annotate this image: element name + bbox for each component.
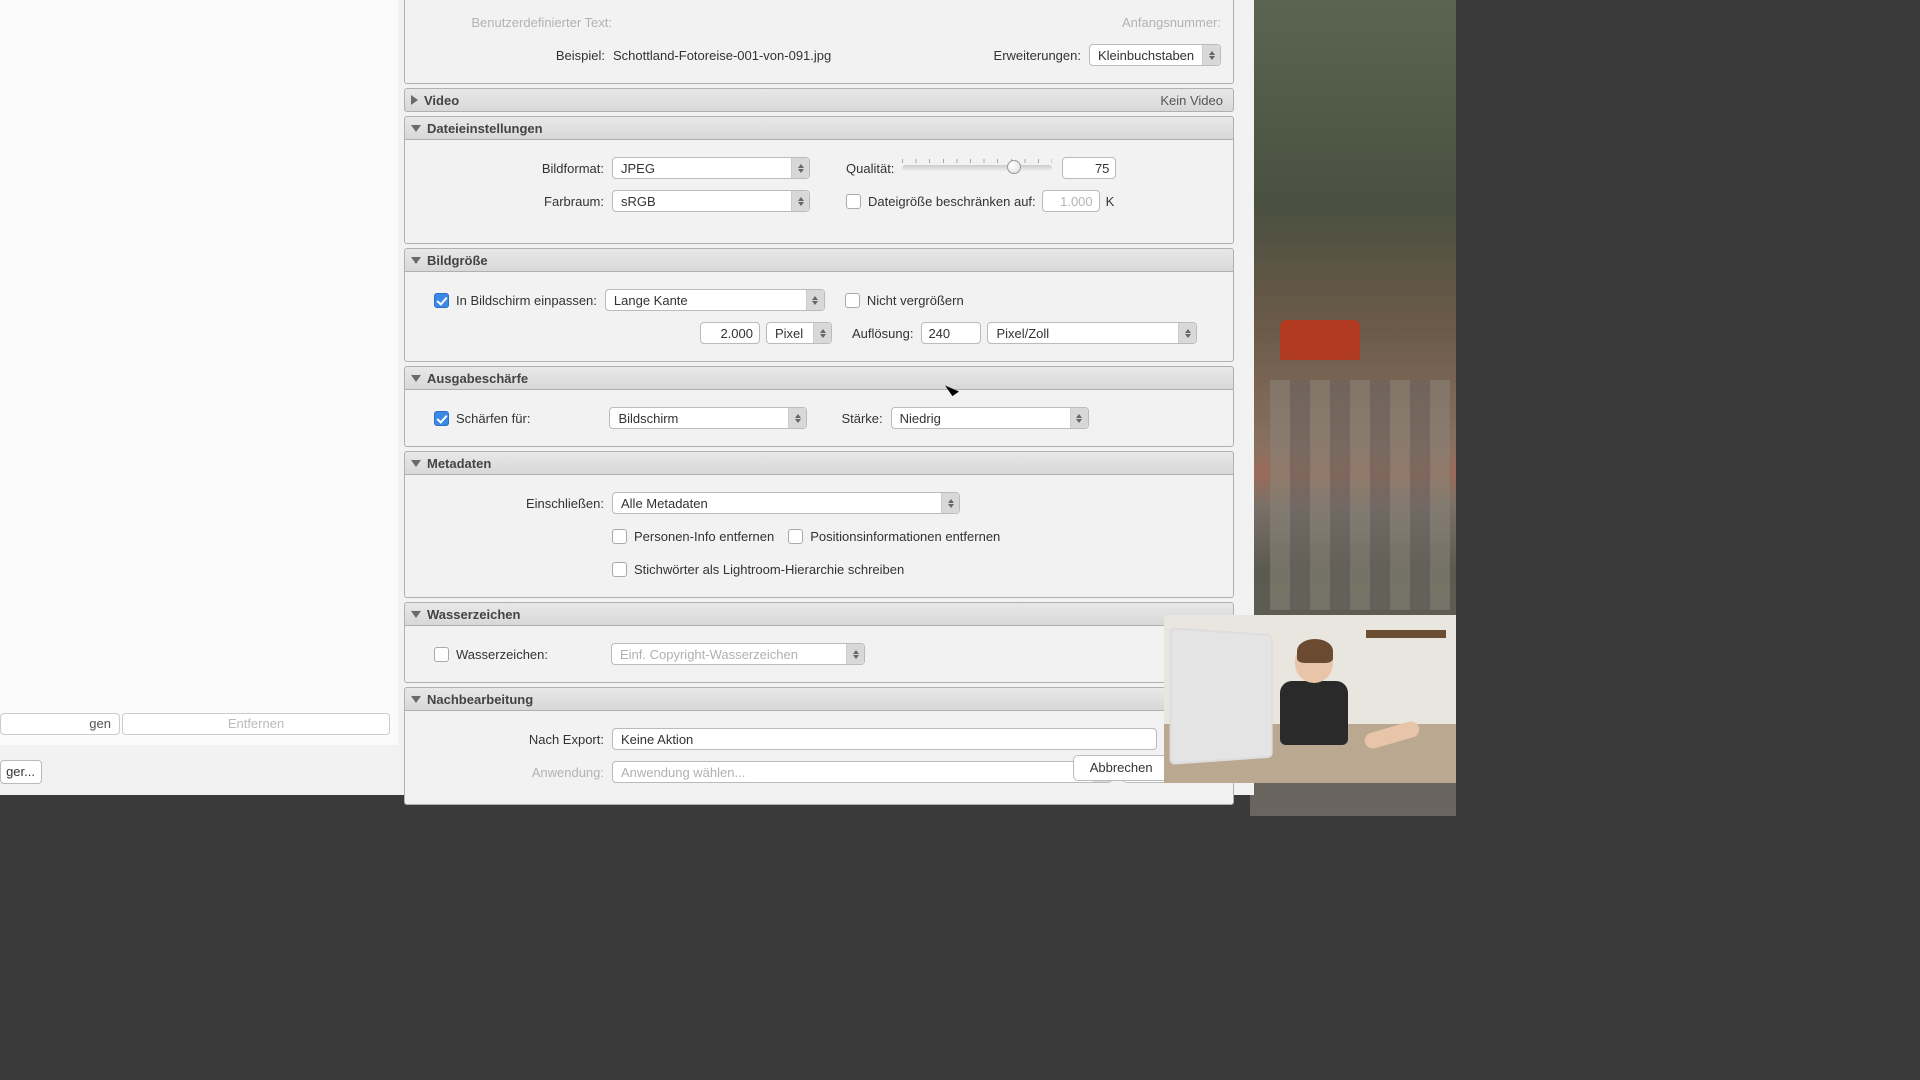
- cancel-button[interactable]: Abbrechen: [1073, 755, 1170, 781]
- chevron-updown-icon: [941, 493, 959, 513]
- custom-text-label: Benutzerdefinierter Text:: [417, 15, 612, 30]
- watermark-checkbox[interactable]: [434, 647, 449, 662]
- example-label: Beispiel:: [417, 48, 605, 63]
- dimension-input[interactable]: 2.000: [700, 322, 760, 344]
- preset-remove-button[interactable]: Entfernen: [122, 713, 390, 735]
- disclosure-down-icon: [411, 460, 421, 467]
- export-settings-panel: Benutzerdefinierter Text: Anfangsnummer:…: [404, 0, 1234, 745]
- limit-filesize-input[interactable]: 1.000: [1042, 190, 1100, 212]
- post-processing-section-header[interactable]: Nachbearbeitung: [404, 687, 1234, 711]
- extensions-select[interactable]: Kleinbuchstaben: [1089, 44, 1221, 66]
- dont-enlarge-label: Nicht vergrößern: [867, 293, 964, 308]
- output-sharpening-section-body: Schärfen für: Bildschirm Stärke: Niedrig: [404, 390, 1234, 447]
- dimension-unit-select[interactable]: Pixel: [766, 322, 832, 344]
- sharpen-for-select[interactable]: Bildschirm: [609, 407, 807, 429]
- color-space-select[interactable]: sRGB: [612, 190, 810, 212]
- chevron-updown-icon: [791, 158, 809, 178]
- disclosure-down-icon: [411, 696, 421, 703]
- file-settings-section-header[interactable]: Dateieinstellungen: [404, 116, 1234, 140]
- resolution-label: Auflösung:: [852, 326, 913, 341]
- remove-location-checkbox[interactable]: [788, 529, 803, 544]
- file-naming-section-body: Benutzerdefinierter Text: Anfangsnummer:…: [404, 0, 1234, 84]
- watermarking-section-body: Wasserzeichen: Einf. Copyright-Wasserzei…: [404, 626, 1234, 683]
- extensions-label: Erweiterungen:: [994, 48, 1081, 63]
- limit-filesize-label: Dateigröße beschränken auf:: [868, 194, 1036, 209]
- limit-filesize-checkbox[interactable]: [846, 194, 861, 209]
- plugin-manager-button[interactable]: ger...: [0, 760, 42, 784]
- video-status: Kein Video: [1160, 93, 1223, 108]
- sharpen-for-checkbox[interactable]: [434, 411, 449, 426]
- remove-person-checkbox[interactable]: [612, 529, 627, 544]
- quality-label: Qualität:: [846, 161, 894, 176]
- watermark-select[interactable]: Einf. Copyright-Wasserzeichen: [611, 643, 865, 665]
- disclosure-down-icon: [411, 125, 421, 132]
- remove-location-label: Positionsinformationen entfernen: [810, 529, 1000, 544]
- chevron-updown-icon: [1070, 408, 1088, 428]
- include-select[interactable]: Alle Metadaten: [612, 492, 960, 514]
- output-sharpening-section-header[interactable]: Ausgabeschärfe: [404, 366, 1234, 390]
- metadata-section-header[interactable]: Metadaten: [404, 451, 1234, 475]
- start-number-label: Anfangsnummer:: [1122, 15, 1221, 30]
- example-filename: Schottland-Fotoreise-001-von-091.jpg: [613, 48, 831, 63]
- chevron-updown-icon: [791, 191, 809, 211]
- chevron-updown-icon: [806, 290, 824, 310]
- preset-sidebar: gen Entfernen: [0, 0, 398, 745]
- image-sizing-section-body: In Bildschirm einpassen: Lange Kante Nic…: [404, 272, 1234, 362]
- keywords-hierarchy-label: Stichwörter als Lightroom-Hierarchie sch…: [634, 562, 904, 577]
- disclosure-right-icon: [411, 95, 418, 105]
- include-label: Einschließen:: [419, 496, 604, 511]
- resize-to-fit-label: In Bildschirm einpassen:: [456, 293, 597, 308]
- image-sizing-section-header[interactable]: Bildgröße: [404, 248, 1234, 272]
- webcam-overlay: [1164, 615, 1456, 783]
- resize-to-fit-select[interactable]: Lange Kante: [605, 289, 825, 311]
- chevron-updown-icon: [846, 644, 864, 664]
- sharpen-for-label: Schärfen für:: [456, 411, 530, 426]
- image-format-select[interactable]: JPEG: [612, 157, 810, 179]
- chevron-updown-icon: [788, 408, 806, 428]
- slider-ticks: [902, 159, 1052, 163]
- dialog-footer: Abbrechen Exp: [404, 740, 1254, 795]
- slider-thumb[interactable]: [1007, 160, 1021, 174]
- dont-enlarge-checkbox[interactable]: [845, 293, 860, 308]
- color-space-label: Farbraum:: [419, 194, 604, 209]
- chevron-updown-icon: [1202, 45, 1220, 65]
- sharpen-amount-label: Stärke:: [841, 411, 882, 426]
- quality-slider[interactable]: [902, 165, 1052, 171]
- keywords-hierarchy-checkbox[interactable]: [612, 562, 627, 577]
- chevron-updown-icon: [1178, 323, 1196, 343]
- watermarking-section-header[interactable]: Wasserzeichen: [404, 602, 1234, 626]
- resolution-unit-select[interactable]: Pixel/Zoll: [987, 322, 1197, 344]
- file-settings-section-body: Bildformat: JPEG Qualität: 75 Farbraum: …: [404, 140, 1234, 244]
- image-format-label: Bildformat:: [419, 161, 604, 176]
- limit-filesize-unit: K: [1106, 194, 1115, 209]
- preset-add-button[interactable]: gen: [0, 713, 120, 735]
- metadata-section-body: Einschließen: Alle Metadaten Personen-In…: [404, 475, 1234, 598]
- resolution-input[interactable]: 240: [921, 322, 981, 344]
- disclosure-down-icon: [411, 611, 421, 618]
- disclosure-down-icon: [411, 375, 421, 382]
- watermark-label: Wasserzeichen:: [456, 647, 548, 662]
- resize-to-fit-checkbox[interactable]: [434, 293, 449, 308]
- quality-input[interactable]: 75: [1062, 157, 1116, 179]
- sharpen-amount-select[interactable]: Niedrig: [891, 407, 1089, 429]
- export-dialog: gen Entfernen ger... Benutzerdefinierter…: [0, 0, 1254, 795]
- video-section-header[interactable]: Video Kein Video: [404, 88, 1234, 112]
- remove-person-label: Personen-Info entfernen: [634, 529, 774, 544]
- chevron-updown-icon: [813, 323, 831, 343]
- disclosure-down-icon: [411, 257, 421, 264]
